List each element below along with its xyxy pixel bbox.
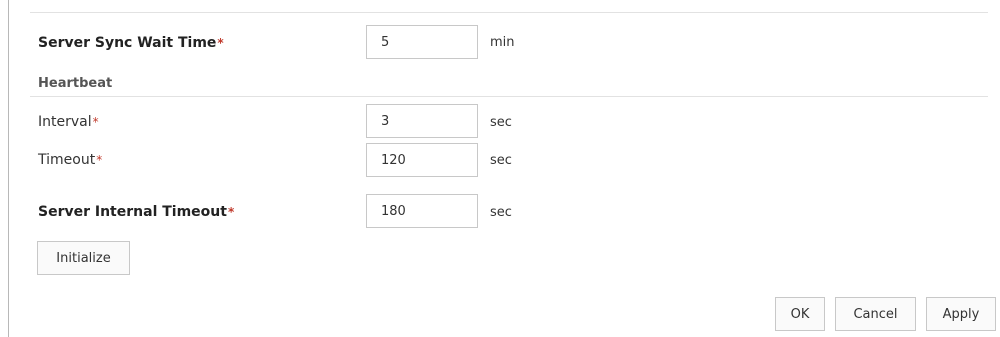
server-internal-timeout-unit: sec [490, 205, 512, 220]
required-mark: * [227, 205, 235, 219]
server-internal-timeout-label: Server Internal Timeout* [38, 203, 234, 221]
interval-input[interactable] [366, 104, 478, 138]
required-mark: * [96, 153, 103, 167]
required-mark: * [92, 115, 99, 129]
interval-label-text: Interval [38, 114, 92, 130]
initialize-button[interactable]: Initialize [37, 241, 130, 275]
left-border [8, 0, 9, 337]
ok-button[interactable]: OK [775, 297, 825, 331]
required-mark: * [217, 36, 224, 50]
server-sync-wait-time-label: Server Sync Wait Time* [38, 34, 224, 52]
apply-button[interactable]: Apply [926, 297, 996, 331]
server-sync-wait-time-input[interactable] [366, 25, 478, 59]
timeout-input[interactable] [366, 143, 478, 177]
server-sync-wait-time-unit: min [490, 35, 515, 50]
settings-dialog: Server Sync Wait Time* min Heartbeat Int… [0, 0, 1000, 337]
heartbeat-divider [30, 96, 988, 97]
interval-unit: sec [490, 115, 512, 130]
timeout-label: Timeout* [38, 151, 102, 169]
server-internal-timeout-input[interactable] [366, 194, 478, 228]
timeout-label-text: Timeout [38, 152, 96, 168]
cancel-button[interactable]: Cancel [835, 297, 916, 331]
timeout-unit: sec [490, 153, 512, 168]
top-divider [30, 12, 988, 13]
heartbeat-heading: Heartbeat [38, 76, 113, 91]
server-sync-wait-time-label-text: Server Sync Wait Time [38, 35, 217, 51]
server-internal-timeout-label-text: Server Internal Timeout [38, 204, 227, 220]
interval-label: Interval* [38, 113, 99, 131]
